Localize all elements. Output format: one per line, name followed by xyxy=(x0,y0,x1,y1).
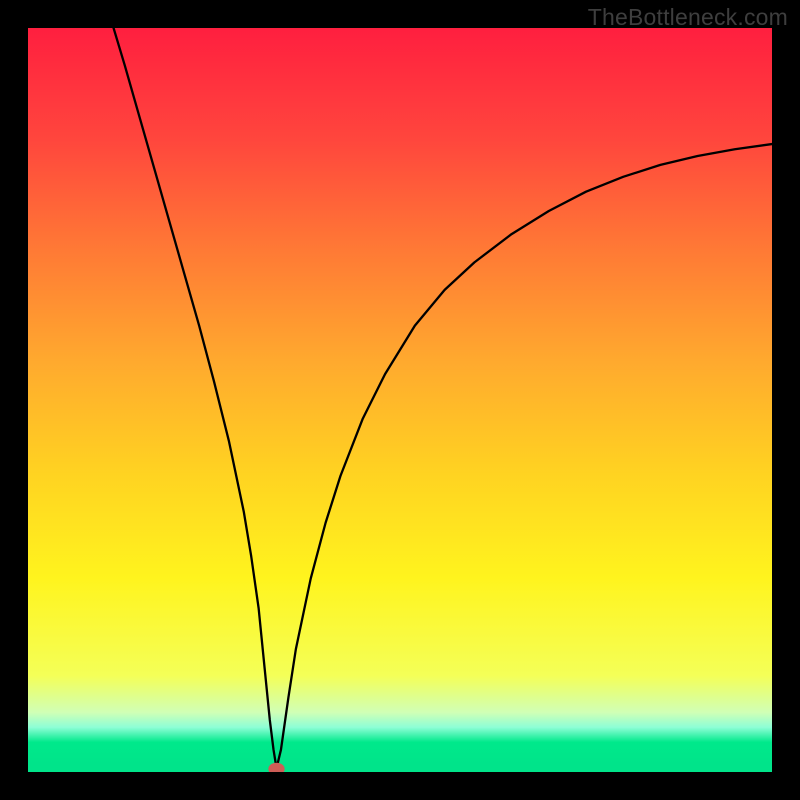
watermark-text: TheBottleneck.com xyxy=(588,4,788,31)
plot-area xyxy=(28,28,772,772)
chart-svg xyxy=(28,28,772,772)
chart-frame: TheBottleneck.com xyxy=(0,0,800,800)
gradient-background xyxy=(28,28,772,772)
